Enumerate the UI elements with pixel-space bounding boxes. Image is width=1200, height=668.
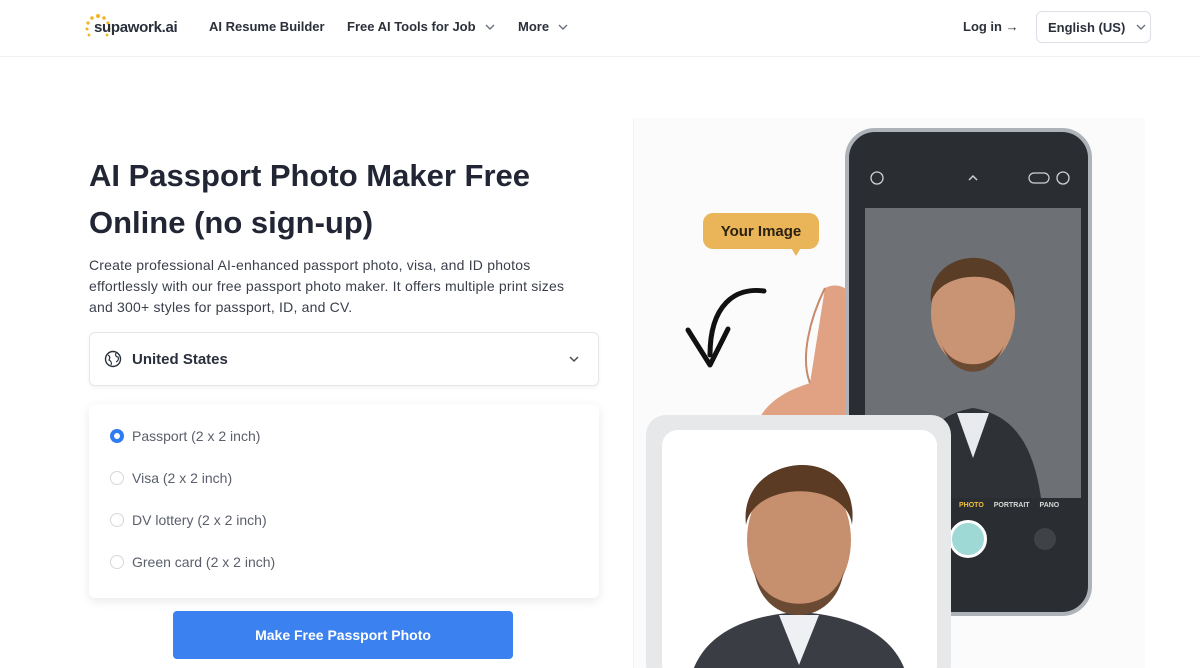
page-title: AI Passport Photo Maker Free Online (no … (89, 158, 531, 240)
document-type-list: Passport (2 x 2 inch) Visa (2 x 2 inch) … (89, 404, 599, 598)
country-value: United States (132, 350, 228, 368)
chevron-down-icon (485, 24, 495, 30)
option-dv-lottery[interactable]: DV lottery (2 x 2 inch) (110, 512, 267, 528)
passport-photo-result (662, 430, 937, 668)
logo-text: supawork.ai (94, 19, 178, 36)
mode-portrait: PORTRAIT (993, 502, 1030, 509)
login-link[interactable]: Log in → (963, 19, 1019, 34)
option-label: Visa (2 x 2 inch) (132, 470, 233, 486)
make-passport-photo-button[interactable]: Make Free Passport Photo (173, 611, 513, 659)
radio[interactable] (110, 513, 124, 527)
option-label: Passport (2 x 2 inch) (132, 428, 261, 444)
country-select[interactable]: United States (89, 332, 599, 386)
option-label: Green card (2 x 2 inch) (132, 554, 276, 570)
nav-more[interactable]: More (518, 19, 569, 34)
shutter-button (949, 520, 987, 558)
language-label: English (US) (1048, 19, 1126, 35)
globe-icon (104, 350, 122, 368)
nav-ai-resume-builder[interactable]: AI Resume Builder (209, 19, 325, 34)
chevron-down-icon (558, 24, 568, 30)
passport-portrait (662, 430, 937, 668)
option-green-card[interactable]: Green card (2 x 2 inch) (110, 554, 275, 570)
camera-toolbar-icons (870, 171, 1070, 185)
language-select[interactable]: English (US) (1036, 11, 1151, 43)
mode-pano: PANO (1039, 502, 1060, 509)
nav-label: Free AI Tools for Job (347, 19, 476, 34)
rotate-camera-icon (1034, 528, 1056, 550)
logo[interactable]: supawork.ai (84, 12, 178, 42)
chevron-down-icon (1136, 24, 1146, 30)
radio[interactable] (110, 555, 124, 569)
option-visa[interactable]: Visa (2 x 2 inch) (110, 470, 232, 486)
page-description: Create professional AI-enhanced passport… (89, 257, 565, 315)
camera-mode-selector: PHOTO PORTRAIT PANO (959, 502, 1059, 509)
nav-free-ai-tools[interactable]: Free AI Tools for Job (347, 19, 496, 34)
option-label: DV lottery (2 x 2 inch) (132, 512, 267, 528)
mode-photo: PHOTO (959, 502, 984, 509)
radio[interactable] (110, 471, 124, 485)
chevron-down-icon (569, 356, 579, 363)
site-header: supawork.ai AI Resume Builder Free AI To… (0, 0, 1200, 57)
option-passport[interactable]: Passport (2 x 2 inch) (110, 428, 260, 444)
nav-label: AI Resume Builder (209, 19, 325, 34)
radio-selected[interactable] (110, 429, 124, 443)
nav-label: More (518, 19, 550, 34)
